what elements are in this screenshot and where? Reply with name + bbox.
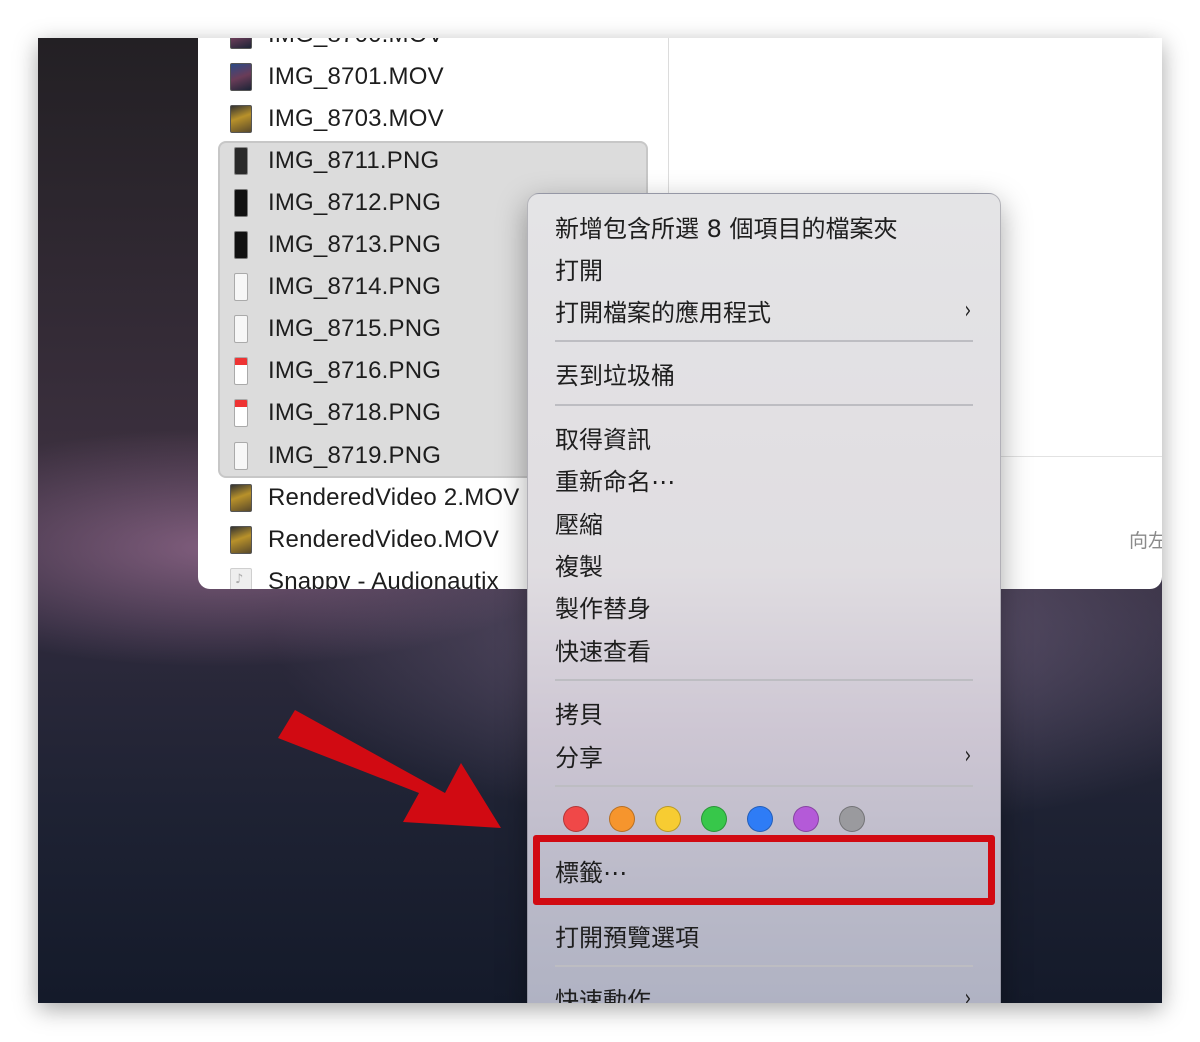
menu-item-label: 取得資訊 [555, 425, 651, 454]
chevron-right-icon: › [964, 984, 972, 1003]
blue-tag-button[interactable] [747, 806, 773, 832]
file-name: IMG_8700.MOV [268, 38, 444, 49]
menu-item-label: 分享 [555, 743, 603, 772]
menu-item-rename[interactable]: 重新命名⋯ [555, 459, 975, 499]
gray-tag-button[interactable] [839, 806, 865, 832]
menu-item-open-with[interactable]: 打開檔案的應用程式 › [555, 290, 975, 330]
menu-item-label: 複製 [555, 552, 603, 581]
image-thumbnail-icon [234, 189, 248, 217]
audio-file-icon [230, 568, 252, 589]
menu-item-label: 重新命名⋯ [555, 467, 675, 496]
file-row[interactable]: IMG_8703.MOV [230, 98, 650, 140]
file-name: IMG_8714.PNG [268, 273, 442, 300]
menu-item-share[interactable]: 分享 › [555, 735, 975, 775]
tags-highlight-box [533, 835, 995, 905]
menu-item-label: 壓縮 [555, 510, 603, 539]
red-tag-button[interactable] [563, 806, 589, 832]
file-name: IMG_8712.PNG [268, 189, 442, 216]
file-name: IMG_8715.PNG [268, 315, 442, 342]
image-thumbnail-icon [234, 399, 248, 427]
video-thumbnail-icon [230, 105, 252, 133]
menu-item-show-view-options[interactable]: 打開預覽選項 [555, 915, 975, 955]
menu-item-label: 新增包含所選 8 個項目的檔案夾 [555, 214, 898, 243]
menu-item-compress[interactable]: 壓縮 [555, 502, 975, 542]
menu-item-duplicate[interactable]: 複製 [555, 544, 975, 584]
menu-item-label: 打開 [555, 256, 603, 285]
menu-item-label: 丟到垃圾桶 [555, 361, 675, 390]
menu-item-quick-actions[interactable]: 快速動作 › [555, 978, 975, 1003]
menu-item-label: 製作替身 [555, 594, 651, 623]
file-name: IMG_8711.PNG [268, 147, 440, 174]
file-name: RenderedVideo 2.MOV [268, 484, 520, 511]
yellow-tag-button[interactable] [655, 806, 681, 832]
image-thumbnail-icon [234, 357, 248, 385]
file-name: IMG_8701.MOV [268, 63, 444, 90]
menu-separator [555, 785, 973, 787]
image-thumbnail-icon [234, 315, 248, 343]
purple-tag-button[interactable] [793, 806, 819, 832]
menu-item-open[interactable]: 打開 [555, 248, 975, 288]
tag-color-row [563, 806, 865, 832]
menu-separator [555, 965, 973, 967]
menu-item-make-alias[interactable]: 製作替身 [555, 586, 975, 626]
menu-item-label: 拷貝 [555, 700, 603, 729]
context-menu: 新增包含所選 8 個項目的檔案夾 打開 打開檔案的應用程式 › 丟到垃圾桶 取得… [527, 193, 1001, 1003]
image-thumbnail-icon [234, 442, 248, 470]
file-name: IMG_8719.PNG [268, 442, 442, 469]
menu-item-label: 快速動作 [555, 986, 651, 1004]
orange-tag-button[interactable] [609, 806, 635, 832]
file-name: IMG_8703.MOV [268, 105, 444, 132]
menu-item-quick-look[interactable]: 快速查看 [555, 629, 975, 669]
file-name: IMG_8716.PNG [268, 357, 442, 384]
file-row[interactable]: IMG_8700.MOV [230, 38, 650, 56]
menu-separator [555, 404, 973, 406]
menu-item-new-folder-with-selection[interactable]: 新增包含所選 8 個項目的檔案夾 [555, 206, 975, 246]
menu-item-label: 打開檔案的應用程式 [555, 298, 771, 327]
file-name: IMG_8713.PNG [268, 231, 442, 258]
file-row[interactable]: IMG_8701.MOV [230, 56, 650, 98]
menu-item-get-info[interactable]: 取得資訊 [555, 417, 975, 457]
video-thumbnail-icon [230, 484, 252, 512]
desktop-screen: IMG_8700.MOV IMG_8701.MOV IMG_8703.MOV I… [38, 38, 1162, 1003]
menu-item-label: 快速查看 [555, 637, 651, 666]
menu-item-label: 打開預覽選項 [555, 923, 699, 952]
chevron-right-icon: › [964, 741, 972, 769]
green-tag-button[interactable] [701, 806, 727, 832]
video-thumbnail-icon [230, 526, 252, 554]
file-row-selected[interactable]: IMG_8711.PNG [230, 140, 650, 182]
arrow-shape [278, 710, 501, 828]
file-name: IMG_8718.PNG [268, 399, 442, 426]
menu-separator [555, 679, 973, 681]
preview-pane-text: 向左 [1129, 530, 1162, 552]
chevron-right-icon: › [964, 296, 972, 324]
video-thumbnail-icon [230, 38, 252, 49]
image-thumbnail-icon [234, 147, 248, 175]
file-name: RenderedVideo.MOV [268, 526, 500, 553]
image-thumbnail-icon [234, 273, 248, 301]
video-thumbnail-icon [230, 63, 252, 91]
menu-separator [555, 340, 973, 342]
image-thumbnail-icon [234, 231, 248, 259]
menu-item-move-to-trash[interactable]: 丟到垃圾桶 [555, 353, 975, 393]
menu-item-copy[interactable]: 拷貝 [555, 692, 975, 732]
file-name: Snappy - Audionautix [268, 568, 499, 589]
